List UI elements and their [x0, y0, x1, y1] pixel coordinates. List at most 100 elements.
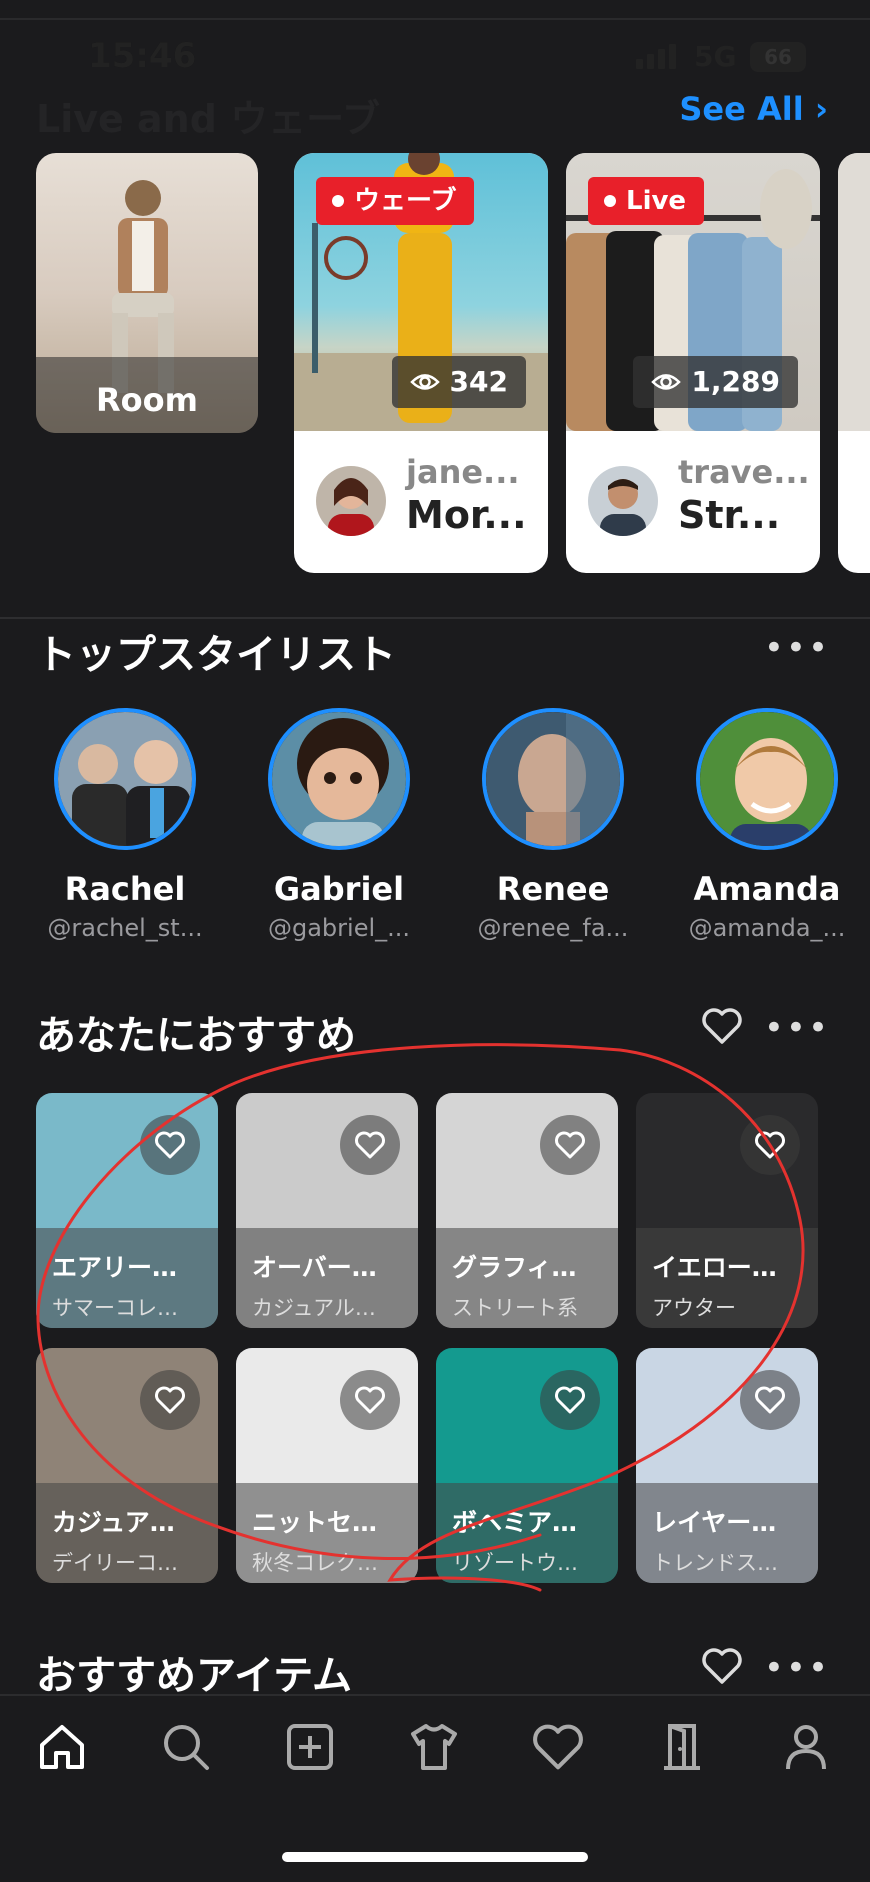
heart-icon[interactable] [540, 1115, 600, 1175]
stylist-name: Gabriel [273, 870, 405, 908]
see-all-label: See All [679, 90, 804, 128]
items-section-title: おすすめアイテム [36, 1653, 352, 1699]
tile-subtitle: 秋冬コレク… [252, 1551, 378, 1575]
heart-icon[interactable] [700, 1646, 744, 1686]
wave-views: 342 [391, 356, 526, 408]
live-views-count: 1,289 [691, 365, 780, 398]
recommend-tile[interactable]: グラフィ… ストリート系 [436, 1093, 618, 1328]
home-icon[interactable] [31, 1716, 93, 1778]
heart-icon[interactable] [540, 1370, 600, 1430]
more-icon[interactable]: ••• [764, 1648, 830, 1688]
more-icon[interactable]: ••• [764, 1008, 830, 1048]
live-title: Str... [678, 493, 781, 537]
live-section-title: Live and ウェーブ [36, 97, 380, 141]
wave-card[interactable]: ウェーブ 342 jane... Mor... [294, 153, 548, 573]
wave-title: Mor... [406, 493, 527, 537]
tile-subtitle: カジュアル… [252, 1296, 376, 1320]
tile-subtitle: ストリート系 [452, 1296, 578, 1320]
tile-subtitle: アウター [652, 1296, 736, 1320]
chevron-right-icon: › [814, 90, 828, 128]
live-username: trave... [678, 453, 810, 491]
add-icon[interactable] [279, 1716, 341, 1778]
recommend-tile[interactable]: ボヘミア… リゾートウ… [436, 1348, 618, 1583]
stylist-name: Amanda [693, 870, 841, 908]
heart-icon[interactable] [140, 1370, 200, 1430]
recommend-tile[interactable]: エアリー… サマーコレ… [36, 1093, 218, 1328]
recommend-section-title: あなたにおすすめ [36, 1013, 356, 1059]
heart-icon[interactable] [740, 1115, 800, 1175]
tile-label: グラフィ… ストリート系 [436, 1228, 618, 1328]
avatar [696, 708, 838, 850]
more-icon[interactable]: ••• [764, 628, 830, 668]
battery-icon: 66 [750, 42, 806, 72]
tile-title: カジュア… [52, 1508, 175, 1537]
stylist-rachel[interactable]: Rachel @rachel_st... [35, 708, 215, 942]
avatar [268, 708, 410, 850]
stylist-renee[interactable]: Renee @renee_fa... [463, 708, 643, 942]
tile-title: レイヤー… [652, 1508, 777, 1537]
recommend-tile[interactable]: カジュア… デイリーコ… [36, 1348, 218, 1583]
wave-views-count: 342 [449, 365, 508, 398]
heart-icon[interactable] [527, 1716, 589, 1778]
live-card[interactable]: Live 1,289 trave... Str... [566, 153, 820, 573]
heart-icon[interactable] [740, 1370, 800, 1430]
see-all-link[interactable]: See All › [679, 90, 828, 128]
avatar [316, 466, 386, 536]
recommend-tile[interactable]: オーバー… カジュアル… [236, 1093, 418, 1328]
heart-icon[interactable] [340, 1370, 400, 1430]
tile-subtitle: デイリーコ… [52, 1551, 178, 1575]
search-icon[interactable] [155, 1716, 217, 1778]
tile-label: エアリー… サマーコレ… [36, 1228, 218, 1328]
live-badge: Live [588, 177, 705, 225]
recommend-tile[interactable]: イエロー… アウター [636, 1093, 818, 1328]
room-label: Room [36, 357, 258, 433]
tile-label: レイヤー… トレンドス… [636, 1483, 818, 1583]
network-label: 5G [694, 40, 737, 73]
stylist-handle: @gabriel_... [267, 914, 411, 942]
tile-label: オーバー… カジュアル… [236, 1228, 418, 1328]
wave-username: jane... [406, 453, 520, 491]
avatar [482, 708, 624, 850]
door-icon[interactable] [651, 1716, 713, 1778]
room-card[interactable]: Room [36, 153, 258, 433]
status-time: 15:46 [88, 36, 197, 76]
tile-label: ボヘミア… リゾートウ… [436, 1483, 618, 1583]
live-carousel[interactable]: Room ウェーブ 342 jane... Mor... Live 1,289 … [36, 153, 870, 573]
stylist-handle: @amanda_... [688, 914, 846, 942]
heart-icon[interactable] [700, 1006, 744, 1046]
heart-icon[interactable] [340, 1115, 400, 1175]
tile-subtitle: リゾートウ… [452, 1551, 578, 1575]
recommend-tile[interactable]: レイヤー… トレンドス… [636, 1348, 818, 1583]
stylist-handle: @rachel_st... [47, 914, 203, 942]
tile-subtitle: サマーコレ… [52, 1296, 178, 1320]
tile-label: イエロー… アウター [636, 1228, 818, 1328]
peek-thumbnail [838, 153, 870, 431]
tile-label: カジュア… デイリーコ… [36, 1483, 218, 1583]
tile-title: エアリー… [52, 1253, 178, 1282]
tile-title: イエロー… [652, 1253, 777, 1282]
next-card-peek[interactable] [838, 153, 870, 573]
stylist-name: Renee [496, 870, 610, 908]
signal-icon [636, 44, 676, 69]
shirt-icon[interactable] [403, 1716, 465, 1778]
tile-title: グラフィ… [452, 1253, 577, 1282]
tile-title: オーバー… [252, 1253, 377, 1282]
section-divider [0, 617, 870, 619]
avatar [588, 466, 658, 536]
stylist-amanda[interactable]: Amanda @amanda_... [677, 708, 857, 942]
eye-icon [651, 374, 682, 390]
profile-icon[interactable] [775, 1716, 837, 1778]
wave-badge: ウェーブ [316, 177, 475, 225]
heart-icon[interactable] [140, 1115, 200, 1175]
recommend-tile[interactable]: ニットセ… 秋冬コレク… [236, 1348, 418, 1583]
live-user: trave... Str... [566, 431, 820, 573]
tile-title: ニットセ… [252, 1508, 378, 1537]
home-indicator [282, 1852, 588, 1862]
wave-user: jane... Mor... [294, 431, 548, 573]
stylist-name: Rachel [64, 870, 186, 908]
tile-subtitle: トレンドス… [652, 1551, 778, 1575]
stylists-section-title: トップスタイリスト [36, 632, 396, 678]
stylist-gabriel[interactable]: Gabriel @gabriel_... [249, 708, 429, 942]
stylist-handle: @renee_fa... [477, 914, 629, 942]
live-views: 1,289 [633, 356, 798, 408]
